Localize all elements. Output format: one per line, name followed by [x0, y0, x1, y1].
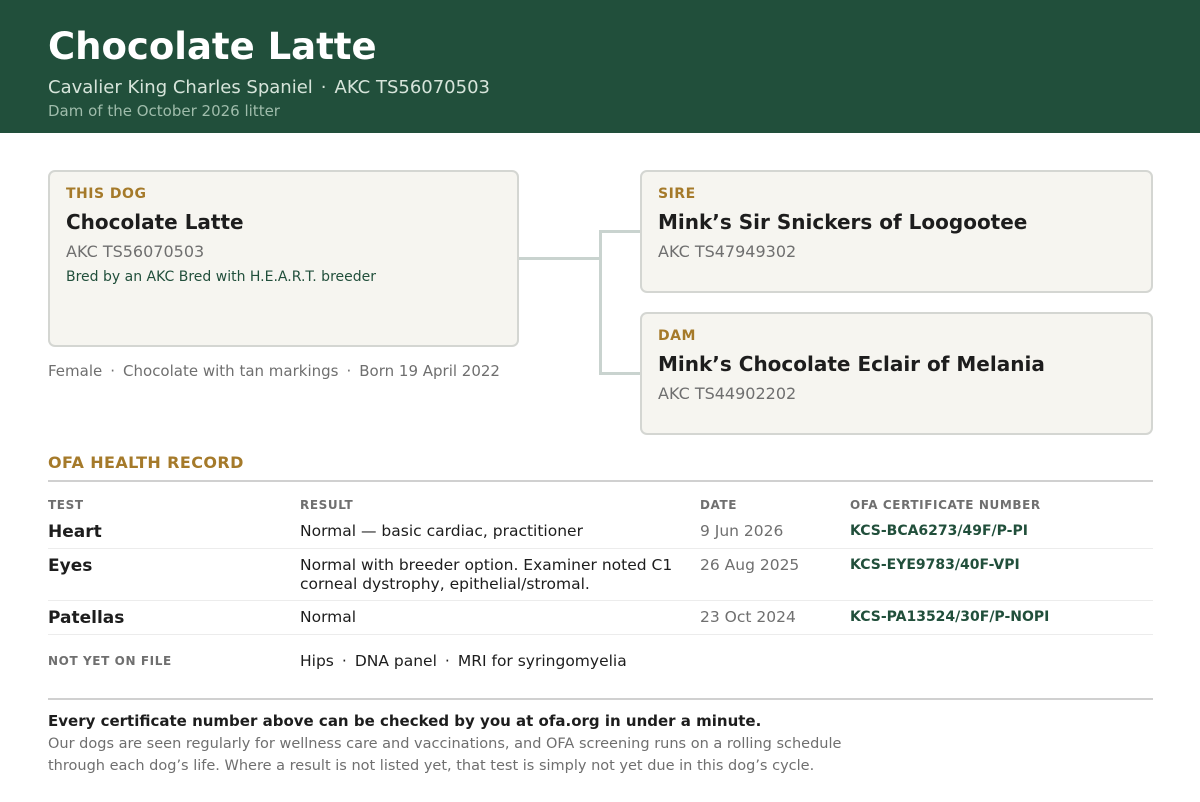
row-date: 23 Oct 2024 — [700, 608, 796, 626]
pedigree-connector-vertical — [599, 230, 602, 375]
column-header-cert: OFA CERTIFICATE NUMBER — [850, 498, 1041, 512]
row-result: Normal with breeder option. Examiner not… — [300, 556, 673, 593]
sire-name: Mink’s Sir Snickers of Loogootee — [658, 210, 1028, 234]
breeder-note: Bred by an AKC Bred with H.E.A.R.T. bree… — [66, 269, 376, 285]
row-test-name: Eyes — [48, 556, 93, 576]
row-test-name: Patellas — [48, 608, 125, 628]
this-dog-card: THIS DOG Chocolate Latte AKC TS56070503 … — [48, 170, 519, 347]
pedigree-connector-dam — [599, 372, 641, 375]
dam-name: Mink’s Chocolate Eclair of Melania — [658, 352, 1045, 376]
this-dog-name: Chocolate Latte — [66, 210, 244, 234]
this-dog-registration: AKC TS56070503 — [66, 242, 205, 261]
row-certificate[interactable]: KCS-PA13524/30F/P-NOPI — [850, 609, 1049, 625]
pedigree-connector-horizontal — [519, 257, 600, 260]
sire-kicker: SIRE — [658, 186, 696, 202]
trait-color: Chocolate with tan markings — [123, 362, 339, 380]
pedigree-connector-sire — [599, 230, 641, 233]
separator: · — [444, 652, 450, 670]
separator: · — [346, 362, 352, 380]
column-header-date: DATE — [700, 498, 738, 512]
pending-test: DNA panel — [354, 652, 437, 670]
column-header-result: RESULT — [300, 498, 354, 512]
page-title: Chocolate Latte — [48, 25, 377, 68]
sire-card: SIRE Mink’s Sir Snickers of Loogootee AK… — [640, 170, 1153, 293]
column-header-test: TEST — [48, 498, 84, 512]
row-date: 9 Jun 2026 — [700, 522, 784, 540]
row-divider — [48, 634, 1153, 635]
separator: · — [341, 652, 347, 670]
sire-registration: AKC TS47949302 — [658, 242, 797, 261]
pending-test: MRI for syringomyelia — [457, 652, 627, 670]
breed-name: Cavalier King Charles Spaniel — [48, 77, 313, 98]
row-certificate[interactable]: KCS-EYE9783/40F-VPI — [850, 557, 1020, 573]
separator: · — [110, 362, 116, 380]
footer-explanation: Our dogs are seen regularly for wellness… — [48, 736, 842, 774]
pending-tests-list: Hips · DNA panel · MRI for syringomyelia — [300, 652, 627, 670]
page-header: Chocolate Latte Cavalier King Charles Sp… — [0, 0, 1200, 133]
row-test-name: Heart — [48, 522, 102, 542]
pending-tests-label: NOT YET ON FILE — [48, 654, 172, 668]
row-divider — [48, 548, 1153, 549]
row-divider — [48, 600, 1153, 601]
row-date: 26 Aug 2025 — [700, 556, 800, 574]
section-divider — [48, 480, 1153, 482]
header-subtitle: Cavalier King Charles Spaniel · AKC TS5607… — [48, 76, 490, 100]
dog-traits: Female · Chocolate with tan markings · Born … — [48, 362, 500, 380]
footer-verification-note: Every certificate number above can be ch… — [48, 712, 762, 730]
trait-sex: Female — [48, 362, 103, 380]
pending-test: Hips — [300, 652, 334, 670]
dam-kicker: DAM — [658, 328, 696, 344]
row-certificate[interactable]: KCS-BCA6273/49F/P-PI — [850, 523, 1028, 539]
health-section-title: OFA HEALTH RECORD — [48, 453, 244, 472]
dam-registration: AKC TS44902202 — [658, 384, 797, 403]
separator: · — [320, 77, 327, 98]
row-result: Normal — [300, 608, 357, 626]
trait-born: Born 19 April 2022 — [359, 362, 500, 380]
header-note: Dam of the October 2026 litter — [48, 102, 280, 120]
this-dog-kicker: THIS DOG — [66, 186, 147, 202]
dam-card: DAM Mink’s Chocolate Eclair of Melania A… — [640, 312, 1153, 435]
footer-divider — [48, 698, 1153, 700]
registration-number: AKC TS56070503 — [334, 77, 490, 98]
row-result: Normal — basic cardiac, practitioner — [300, 522, 583, 540]
